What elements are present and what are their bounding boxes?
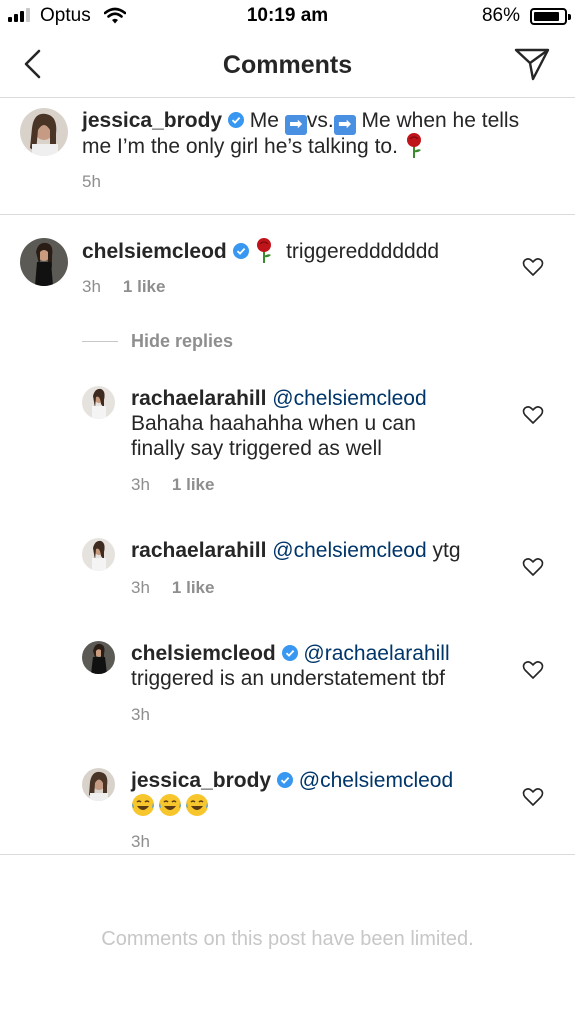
navigation-bar: Comments <box>0 34 575 98</box>
right-arrow-emoji-icon: ➡ <box>333 115 356 135</box>
comment-body: triggereddddddd <box>286 240 440 263</box>
username[interactable]: jessica_brody <box>82 109 222 132</box>
verified-badge-icon <box>281 645 298 661</box>
verified-badge-icon <box>227 112 244 128</box>
like-count[interactable]: 1 like <box>123 277 166 297</box>
mention-link[interactable]: @chelsiemcleod <box>272 539 426 562</box>
timestamp: 3h <box>82 277 101 296</box>
reply-text: rachaelarahill @chelsiemcleod <box>131 386 427 411</box>
like-count[interactable]: 1 like <box>172 475 215 495</box>
reply-body: ytg <box>432 539 461 562</box>
username[interactable]: chelsiemcleod <box>131 642 276 665</box>
reply-emojis <box>131 793 212 818</box>
page-title: Comments <box>222 51 353 79</box>
heart-icon[interactable] <box>522 660 544 680</box>
battery-icon <box>530 8 571 25</box>
hide-replies-button[interactable]: Hide replies <box>131 331 233 352</box>
reply-text: Bahaha haahahha when u can <box>131 412 416 435</box>
username[interactable]: jessica_brody <box>131 769 271 792</box>
status-bar: Optus 10:19 am 86% <box>0 0 575 34</box>
reply-text: jessica_brody @chelsiemcleod <box>131 768 453 793</box>
mention-link[interactable]: @rachaelarahill <box>303 642 449 665</box>
heart-icon[interactable] <box>522 787 544 807</box>
avatar[interactable] <box>20 108 68 156</box>
mention-link[interactable]: @chelsiemcleod <box>299 769 453 792</box>
timestamp: 3h <box>131 832 150 851</box>
right-arrow-emoji-icon: ➡ <box>284 115 307 135</box>
avatar[interactable] <box>82 386 115 419</box>
caption-text: vs. <box>306 109 334 132</box>
comment-text: chelsiemcleod triggereddddddd <box>82 238 439 264</box>
reply-text: triggered is an understatement tbf <box>131 667 446 690</box>
heart-icon[interactable] <box>522 257 544 277</box>
comments-limited-notice: Comments on this post have been limited. <box>101 928 474 950</box>
tears-of-joy-emoji-icon <box>132 794 154 816</box>
heart-icon[interactable] <box>522 405 544 425</box>
caption-text: Me when he tells <box>361 109 520 132</box>
caption-line-1: jessica_brody Me ➡ vs. ➡ Me when he tells <box>82 108 519 135</box>
timestamp: 3h <box>131 475 150 494</box>
comment-meta: 3h 1 like <box>82 277 165 297</box>
tears-of-joy-emoji-icon <box>159 794 181 816</box>
username[interactable]: chelsiemcleod <box>82 240 227 263</box>
heart-icon[interactable] <box>522 557 544 577</box>
paper-plane-icon[interactable] <box>513 46 551 82</box>
verified-badge-icon <box>276 772 293 788</box>
reply-meta: 3h 1 like <box>131 578 214 598</box>
avatar[interactable] <box>82 768 115 801</box>
rose-emoji-icon <box>406 133 421 158</box>
username[interactable]: rachaelarahill <box>131 539 266 562</box>
verified-badge-icon <box>232 243 249 259</box>
like-count[interactable]: 1 like <box>172 578 215 598</box>
caption-text: Me <box>249 109 279 132</box>
timestamp: 5h <box>82 172 101 191</box>
reply-meta: 3h <box>131 705 150 725</box>
timestamp: 3h <box>131 578 150 597</box>
avatar[interactable] <box>82 538 115 571</box>
reply-meta: 3h 1 like <box>131 475 214 495</box>
hide-replies-divider <box>82 341 118 342</box>
caption-text: me I’m the only girl he’s talking to. <box>82 135 398 158</box>
battery-percentage: 86% <box>481 5 520 26</box>
avatar[interactable] <box>20 238 68 286</box>
username[interactable]: rachaelarahill <box>131 387 266 410</box>
rose-emoji-icon <box>257 238 272 263</box>
reply-text: finally say triggered as well <box>131 437 382 460</box>
reply-text: rachaelarahill @chelsiemcleod ytg <box>131 538 461 563</box>
caption-line-2: me I’m the only girl he’s talking to. <box>82 133 424 159</box>
reply-text: chelsiemcleod @rachaelarahill <box>131 641 450 666</box>
caption-meta: 5h <box>82 172 101 192</box>
avatar[interactable] <box>82 641 115 674</box>
divider <box>0 214 575 215</box>
divider <box>0 854 575 855</box>
mention-link[interactable]: @chelsiemcleod <box>272 387 426 410</box>
timestamp: 3h <box>131 705 150 724</box>
reply-meta: 3h <box>131 832 150 852</box>
tears-of-joy-emoji-icon <box>186 794 208 816</box>
